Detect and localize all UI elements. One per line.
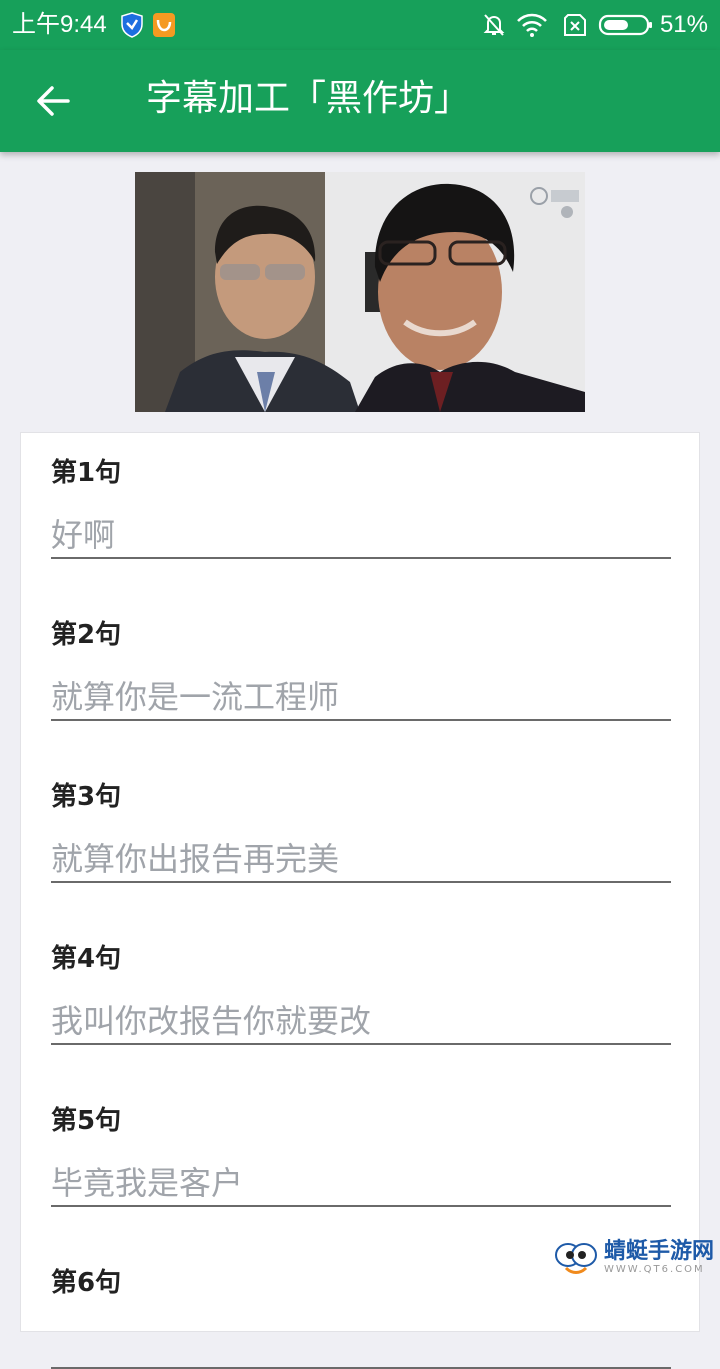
- battery-icon: [598, 14, 652, 36]
- sentence-label: 第3句: [51, 782, 122, 812]
- list-item: 第2句 就算你是一流工程师: [51, 615, 671, 721]
- subtitle-list: 第1句 好啊 第2句 就算你是一流工程师 第3句 就算你出报告再完美 第4句 我…: [20, 432, 700, 1369]
- status-bar: 上午9:44 51%: [0, 0, 720, 50]
- list-item: 第5句 毕竟我是客户: [51, 1101, 671, 1207]
- uc-app-icon: [153, 13, 175, 37]
- dragonfly-logo-icon: [554, 1243, 597, 1274]
- page-title: 字幕加工「黑作坊」: [146, 78, 471, 119]
- sentence-input[interactable]: 好啊: [51, 515, 671, 559]
- back-button[interactable]: [28, 76, 84, 126]
- list-item: 第3句 就算你出报告再完美: [51, 777, 671, 883]
- watermark-text: 蜻蜓手游网: [603, 1239, 714, 1264]
- wifi-icon: [517, 13, 547, 37]
- sentence-input[interactable]: 我叫你改报告你就要改: [51, 1001, 671, 1045]
- battery-percent: 51%: [659, 11, 708, 38]
- app-bar: 字幕加工「黑作坊」: [0, 50, 720, 152]
- bell-muted-icon: [483, 14, 505, 36]
- shield-app-icon: [121, 12, 143, 38]
- site-watermark: 蜻蜓手游网 WWW.QT6.COM: [552, 1240, 714, 1276]
- video-frame-image: [135, 172, 585, 412]
- sentence-label: 第1句: [51, 458, 122, 488]
- list-item: 第1句 好啊: [51, 453, 671, 559]
- sentence-input[interactable]: 毕竟我是客户: [51, 1163, 671, 1207]
- watermark-url: WWW.QT6.COM: [603, 1264, 705, 1275]
- no-sim-icon: [564, 14, 586, 36]
- sentence-input[interactable]: [51, 1325, 671, 1369]
- list-item: 第6句: [51, 1263, 671, 1369]
- sentence-label: 第2句: [51, 620, 122, 650]
- sentence-input[interactable]: 就算你出报告再完美: [51, 839, 671, 883]
- video-thumbnail[interactable]: [135, 172, 585, 412]
- status-time: 上午9:44: [12, 11, 107, 38]
- arrow-left-icon: [37, 86, 70, 116]
- sentence-label: 第5句: [51, 1106, 122, 1136]
- sentence-label: 第4句: [51, 944, 122, 974]
- list-item: 第4句 我叫你改报告你就要改: [51, 939, 671, 1045]
- sentence-input[interactable]: 就算你是一流工程师: [51, 677, 671, 721]
